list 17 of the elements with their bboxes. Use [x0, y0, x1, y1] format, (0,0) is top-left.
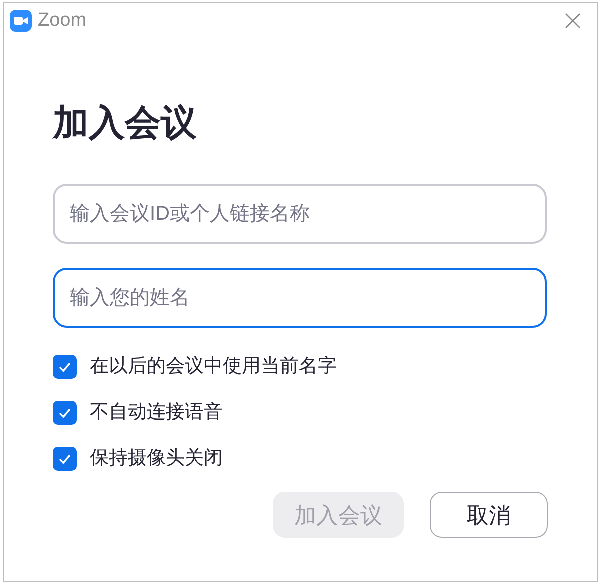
- checkmark-icon: [58, 406, 72, 420]
- input-field[interactable]: 输入会议ID或个人链接名称: [53, 184, 547, 244]
- close-icon: [565, 13, 581, 29]
- input-field[interactable]: 输入您的姓名: [53, 268, 547, 328]
- cancel-button[interactable]: 取消: [430, 492, 548, 538]
- checkmark-icon: [58, 360, 72, 374]
- dialog-heading: 加入会议: [53, 101, 198, 145]
- window-title: Zoom: [38, 8, 87, 33]
- checkbox-label: 不自动连接语音: [90, 400, 223, 425]
- close-button[interactable]: [563, 11, 583, 31]
- checkbox[interactable]: [53, 401, 77, 425]
- checkbox-label: 在以后的会议中使用当前名字: [90, 354, 337, 379]
- checkbox[interactable]: [53, 447, 77, 471]
- checkmark-icon: [58, 452, 72, 466]
- checkbox-label: 保持摄像头关闭: [90, 446, 223, 471]
- video-camera-icon: [10, 10, 32, 32]
- checkbox[interactable]: [53, 355, 77, 379]
